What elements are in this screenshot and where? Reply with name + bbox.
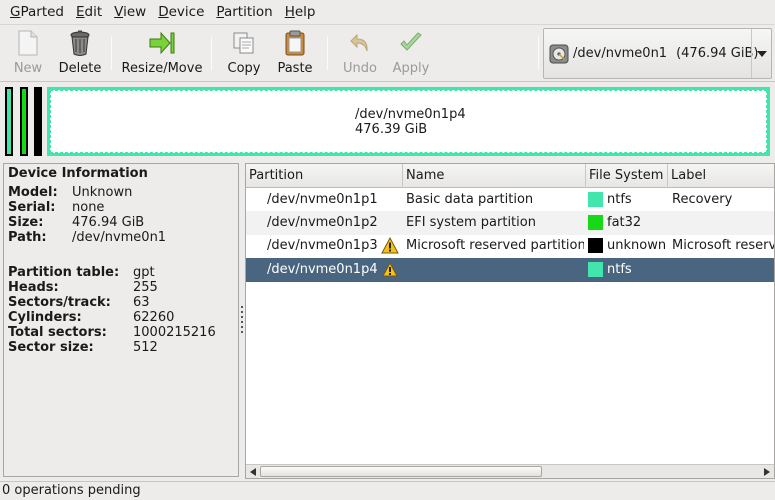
fs-color-swatch — [588, 262, 603, 277]
info-model: Model: Unknown — [8, 185, 133, 200]
device-selector-path: /dev/nvme0n1 — [573, 46, 668, 61]
menu-gparted[interactable]: GParted — [4, 0, 70, 25]
scroll-left-icon[interactable] — [246, 465, 260, 478]
cell-partition: /dev/nvme0n1p1 — [267, 192, 378, 207]
info-size: Size: 476.94 GiB — [8, 215, 145, 230]
menu-partition[interactable]: Partition — [210, 0, 278, 25]
table-row[interactable]: /dev/nvme0n1p2 EFI system partition fat3… — [246, 211, 774, 235]
device-information-title: Device Information — [8, 166, 148, 181]
trash-icon — [67, 30, 93, 56]
pane-resize-handle[interactable] — [240, 305, 244, 335]
status-text: 0 operations pending — [2, 483, 141, 498]
new-button[interactable]: New — [6, 26, 50, 82]
cell-label: Recovery — [672, 192, 733, 207]
paste-button[interactable]: Paste — [272, 26, 318, 82]
column-header-file-system[interactable]: File System — [586, 164, 668, 188]
menu-view[interactable]: View — [108, 0, 152, 25]
menubar: GParted Edit View Device Partition Help — [0, 0, 775, 25]
partition-segment-p3[interactable] — [34, 87, 42, 156]
partition-table: Partition Name File System Label /dev/nv… — [245, 163, 775, 479]
horizontal-scrollbar[interactable] — [246, 464, 774, 478]
warning-icon — [381, 236, 399, 254]
toolbar-separator — [111, 36, 112, 70]
partition-segment-p4-inner: /dev/nvme0n1p4 476.39 GiB — [50, 90, 767, 153]
resize-arrow-icon — [149, 30, 175, 56]
undo-button[interactable]: Undo — [336, 26, 384, 82]
cell-name: EFI system partition — [406, 215, 536, 230]
scrollbar-thumb[interactable] — [260, 466, 542, 477]
info-path: Path:/dev/nvme0n1 — [8, 230, 167, 245]
delete-button[interactable]: Delete — [54, 26, 106, 82]
resize-move-button[interactable]: Resize/Move — [120, 26, 204, 82]
toolbar-separator — [211, 36, 212, 70]
toolbar-separator — [327, 36, 328, 70]
cell-file-system: ntfs — [607, 192, 632, 207]
device-selector[interactable]: /dev/nvme0n1 (476.94 GiB) — [543, 28, 772, 79]
fs-color-swatch — [588, 215, 603, 230]
table-header: Partition Name File System Label — [246, 164, 774, 188]
copy-icon — [231, 30, 257, 56]
info-heads: Heads: 255 — [8, 280, 158, 295]
partition-segment-p1[interactable] — [5, 87, 13, 156]
menu-device[interactable]: Device — [152, 0, 210, 25]
cell-partition: /dev/nvme0n1p3 — [267, 238, 378, 253]
table-row[interactable]: /dev/nvme0n1p3 Microsoft reserved partit… — [246, 234, 775, 258]
column-header-partition[interactable]: Partition — [246, 164, 403, 188]
info-cylinders: Cylinders: 62260 — [8, 310, 175, 325]
info-sectors-track: Sectors/track: 63 — [8, 295, 150, 310]
undo-icon — [347, 30, 373, 56]
copy-button[interactable]: Copy — [222, 26, 266, 82]
cell-name: Basic data partition — [406, 192, 534, 207]
cell-file-system: unknown — [607, 238, 667, 253]
cell-file-system: ntfs — [607, 262, 632, 277]
cell-partition: /dev/nvme0n1p2 — [267, 215, 378, 230]
menu-help[interactable]: Help — [279, 0, 322, 25]
device-selector-size: (476.94 GiB) — [676, 46, 759, 61]
partition-map: /dev/nvme0n1p4 476.39 GiB — [3, 85, 772, 158]
toolbar-separator — [538, 36, 539, 70]
dropdown-arrow-icon[interactable] — [751, 29, 771, 78]
info-sector-size: Sector size: 512 — [8, 340, 158, 355]
statusbar: 0 operations pending — [0, 481, 775, 500]
info-total-sectors: Total sectors: 1000215216 — [8, 325, 216, 340]
new-document-icon — [15, 30, 41, 56]
hard-disk-icon — [549, 44, 569, 64]
column-header-name[interactable]: Name — [403, 164, 586, 188]
device-information-panel: Device Information Model: Unknown Serial:… — [3, 163, 239, 477]
checkmark-icon — [398, 30, 424, 56]
warning-icon — [381, 261, 399, 278]
info-serial: Serial: none — [8, 200, 105, 215]
fs-color-swatch — [588, 192, 603, 207]
cell-label: Microsoft reserved partition — [672, 238, 775, 253]
menu-edit[interactable]: Edit — [70, 0, 108, 25]
cell-partition: /dev/nvme0n1p4 — [267, 262, 378, 277]
table-row[interactable]: /dev/nvme0n1p1 Basic data partition ntfs… — [246, 188, 774, 212]
fs-color-swatch — [588, 238, 603, 253]
cell-file-system: fat32 — [607, 215, 642, 230]
partition-segment-p4[interactable]: /dev/nvme0n1p4 476.39 GiB — [47, 87, 770, 156]
cell-name: Microsoft reserved partition — [406, 238, 584, 253]
column-header-label[interactable]: Label — [668, 164, 774, 188]
info-partition-table: Partition table: gpt — [8, 265, 155, 280]
scroll-right-icon[interactable] — [760, 465, 774, 478]
partition-segment-label: /dev/nvme0n1p4 476.39 GiB — [355, 107, 466, 137]
clipboard-icon — [282, 30, 308, 56]
table-row-selected[interactable]: /dev/nvme0n1p4 ntfs — [246, 258, 774, 282]
partition-segment-p2[interactable] — [20, 87, 28, 156]
apply-button[interactable]: Apply — [388, 26, 434, 82]
